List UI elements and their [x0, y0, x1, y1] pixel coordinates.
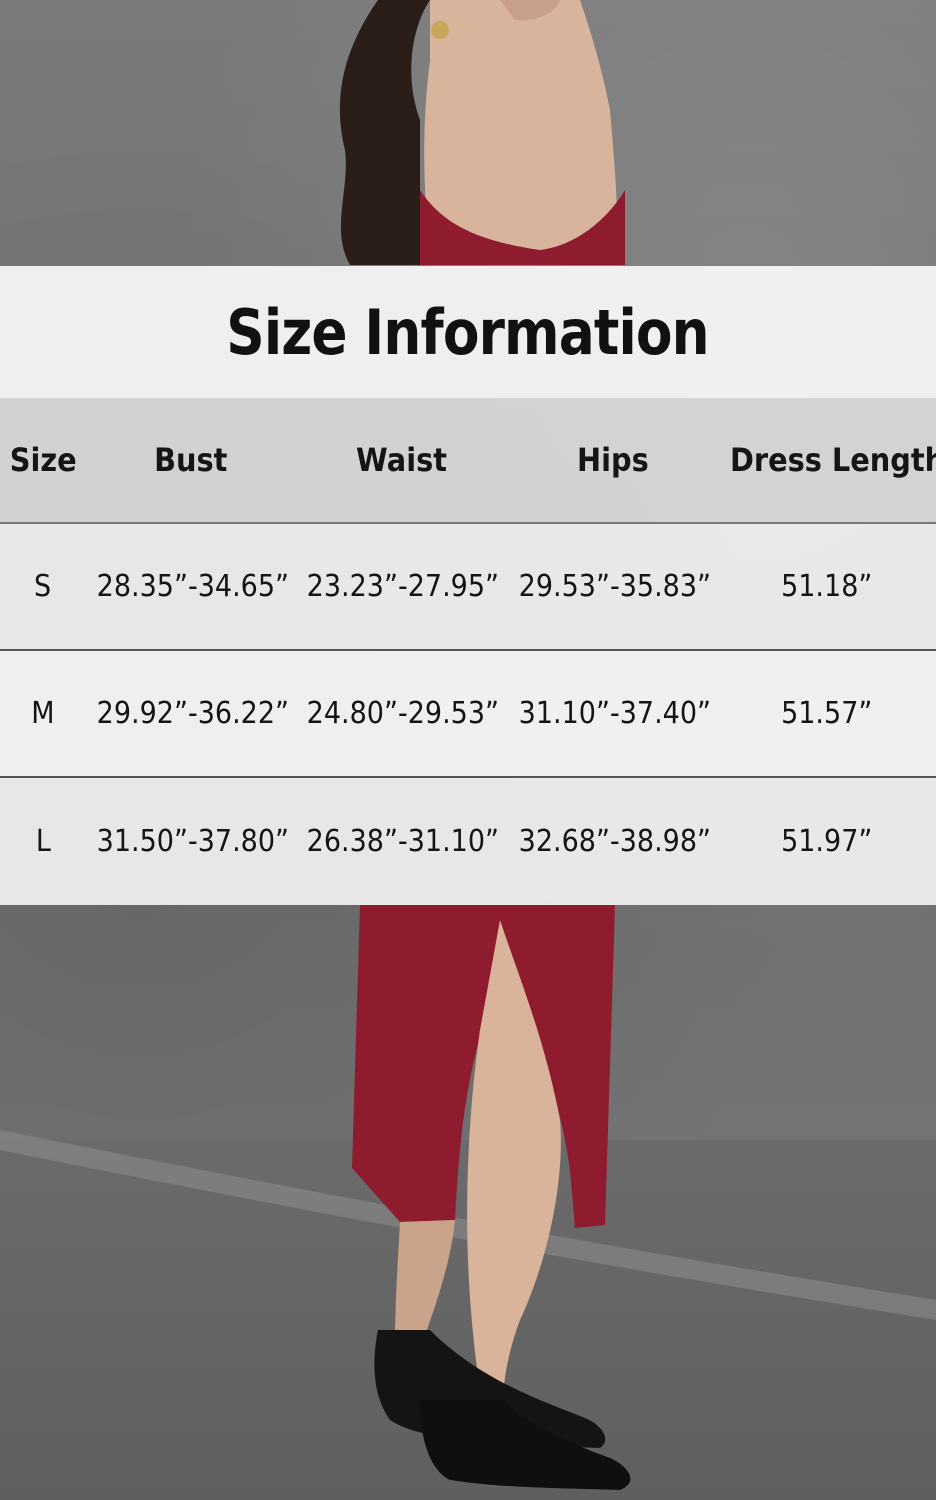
table-row: L 31.50”-37.80” 26.38”-31.10” 32.68”-38.… — [0, 778, 936, 905]
cell-size: M — [31, 696, 55, 731]
table-row: S 28.35”-34.65” 23.23”-27.95” 29.53”-35.… — [0, 524, 936, 651]
header-hips: Hips — [577, 441, 649, 479]
cell-dress-length: 51.57” — [781, 696, 873, 731]
header-dress-length: Dress Length — [729, 441, 936, 479]
title-band: Size Information — [0, 266, 936, 398]
cell-size: S — [34, 569, 52, 604]
cell-dress-length: 51.18” — [781, 569, 873, 604]
cell-waist: 26.38”-31.10” — [306, 824, 500, 859]
earring — [431, 21, 449, 39]
table-row: M 29.92”-36.22” 24.80”-29.53” 31.10”-37.… — [0, 651, 936, 778]
page-title: Size Information — [226, 295, 710, 369]
cell-hips: 31.10”-37.40” — [518, 696, 712, 731]
cell-dress-length: 51.97” — [781, 824, 873, 859]
table-header-row: Size Bust Waist Hips Dress Length — [0, 398, 936, 524]
cell-bust: 28.35”-34.65” — [96, 569, 290, 604]
cell-bust: 29.92”-36.22” — [96, 696, 290, 731]
product-image: Size Information Size Bust Waist Hips Dr… — [0, 0, 936, 1500]
header-size: Size — [9, 441, 77, 479]
cell-size: L — [35, 824, 51, 859]
cell-bust: 31.50”-37.80” — [96, 824, 290, 859]
cell-waist: 24.80”-29.53” — [306, 696, 500, 731]
header-bust: Bust — [154, 441, 228, 479]
hair — [339, 0, 430, 265]
header-waist: Waist — [356, 441, 448, 479]
cell-hips: 32.68”-38.98” — [518, 824, 712, 859]
size-table: Size Bust Waist Hips Dress Length S 28.3… — [0, 398, 936, 905]
cell-waist: 23.23”-27.95” — [306, 569, 500, 604]
cell-hips: 29.53”-35.83” — [518, 569, 712, 604]
